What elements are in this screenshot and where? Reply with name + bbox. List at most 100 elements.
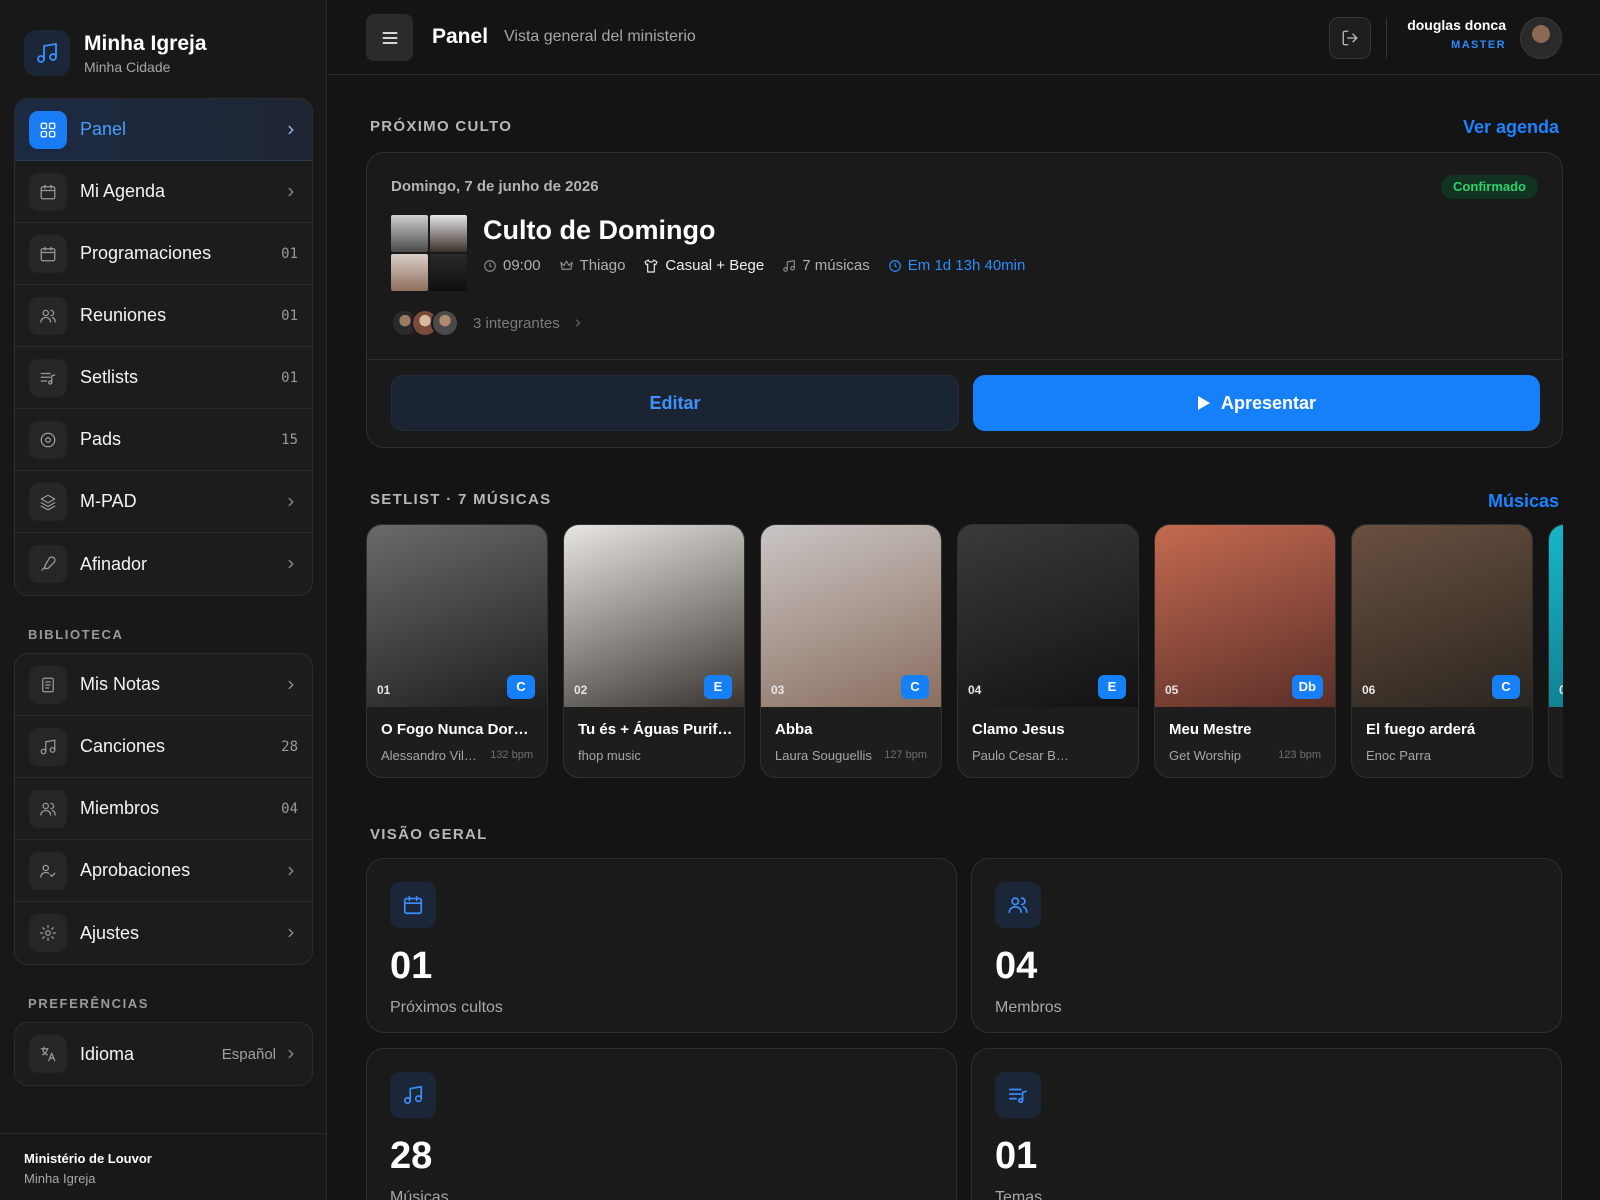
translate-icon bbox=[29, 1035, 67, 1073]
calendar-icon bbox=[29, 172, 67, 211]
sidebar-item-label: Idioma bbox=[80, 1043, 135, 1064]
view-agenda-link[interactable]: Ver agenda bbox=[1463, 117, 1559, 138]
sidebar-item-mi-agenda[interactable]: Mi Agenda bbox=[15, 161, 312, 223]
service-countdown: Em 1d 13h 40min bbox=[907, 257, 1026, 274]
logout-icon bbox=[1342, 30, 1358, 46]
list-music-icon bbox=[29, 358, 67, 397]
song-card[interactable]: 04 E Clamo Jesus Paulo Cesar Baruk bbox=[957, 524, 1139, 778]
stat-card[interactable]: 04 Membros bbox=[971, 858, 1562, 1033]
nav-count: 01 bbox=[281, 245, 298, 262]
song-number: 02 bbox=[574, 683, 588, 697]
status-badge: Confirmado bbox=[1441, 175, 1538, 199]
service-name: Culto de Domingo bbox=[483, 215, 716, 245]
song-artist: Paulo Cesar Baruk bbox=[972, 748, 1072, 763]
header-divider bbox=[1386, 18, 1387, 58]
stat-card[interactable]: 28 Músicas bbox=[366, 1048, 957, 1200]
song-bpm: 123 bpm bbox=[1278, 749, 1321, 761]
overview-title: VISÃO GERAL bbox=[370, 826, 488, 843]
sidebar-item-pads[interactable]: Pads 15 bbox=[15, 409, 312, 471]
next-service-title: PRÓXIMO CULTO bbox=[370, 118, 513, 135]
chevron-right-icon bbox=[288, 559, 294, 569]
brand[interactable]: Minha Igreja Minha Cidade bbox=[24, 30, 207, 76]
edit-button[interactable]: Editar bbox=[391, 375, 959, 431]
service-date: Domingo, 7 de junho de 2026 bbox=[391, 178, 599, 195]
next-service-card[interactable]: Domingo, 7 de junho de 2026 Confirmado C… bbox=[366, 152, 1563, 448]
sidebar-item-canciones[interactable]: Canciones 28 bbox=[15, 716, 312, 778]
song-bpm: 127 bpm bbox=[884, 749, 927, 761]
sidebar-item-afinador[interactable]: Afinador bbox=[15, 533, 312, 595]
sidebar-item-programaciones[interactable]: Programaciones 01 bbox=[15, 223, 312, 285]
chevron-right-icon bbox=[575, 319, 581, 327]
song-title: Abba bbox=[775, 721, 813, 738]
stat-card[interactable]: 01 Temas bbox=[971, 1048, 1562, 1200]
avatar[interactable] bbox=[1520, 17, 1562, 59]
sidebar-item-aprobaciones[interactable]: Aprobaciones bbox=[15, 840, 312, 902]
dress-code: Casual + Bege bbox=[665, 257, 765, 274]
sidebar-item-label: Mis Notas bbox=[80, 674, 161, 694]
sidebar-item-mis-notas[interactable]: Mis Notas bbox=[15, 654, 312, 716]
clock-icon bbox=[484, 259, 496, 272]
sidebar-item-label: Reuniones bbox=[80, 305, 167, 325]
brand-title: Minha Igreja bbox=[84, 31, 207, 55]
sidebar-footer: Ministério de Louvor Minha Igreja bbox=[0, 1133, 327, 1200]
tuner-icon bbox=[29, 545, 67, 583]
sidebar-item-label: Afinador bbox=[80, 553, 148, 574]
song-card[interactable]: 05 Db Meu Mestre Get Worship 123 bpm bbox=[1154, 524, 1336, 778]
chevron-right-icon bbox=[288, 1049, 294, 1059]
songs-link[interactable]: Músicas bbox=[1488, 491, 1559, 512]
song-number: 05 bbox=[1165, 683, 1179, 697]
sidebar-item-ajustes[interactable]: Ajustes bbox=[15, 902, 312, 964]
chevron-right-icon bbox=[288, 497, 294, 506]
stat-card[interactable]: 01 Próximos cultos bbox=[366, 858, 957, 1033]
song-card[interactable]: 06 C El fuego arderá Enoc Parra bbox=[1351, 524, 1533, 778]
nav-count: 04 bbox=[281, 800, 298, 817]
chevron-right-icon bbox=[288, 125, 294, 134]
song-number: 03 bbox=[771, 683, 785, 697]
library-section-title: BIBLIOTECA bbox=[28, 627, 124, 642]
setlist-title: SETLIST · 7 MÚSICAS bbox=[370, 491, 552, 508]
song-artist: fhop music bbox=[578, 748, 641, 763]
sidebar-item-miembros[interactable]: Miembros 04 bbox=[15, 778, 312, 840]
menu-button[interactable] bbox=[366, 14, 413, 61]
sidebar-item-m-pad[interactable]: M-PAD bbox=[15, 471, 312, 533]
sidebar-item-setlists[interactable]: Setlists 01 bbox=[15, 347, 312, 409]
song-artist: Enoc Parra bbox=[1366, 748, 1432, 763]
chevron-right-icon bbox=[288, 928, 294, 938]
song-card[interactable]: 07 bbox=[1548, 524, 1563, 778]
brand-subtitle: Minha Cidade bbox=[84, 58, 171, 75]
stat-label: Próximos cultos bbox=[390, 999, 503, 1016]
stat-value: 01 bbox=[390, 945, 433, 987]
song-number: 01 bbox=[377, 683, 391, 697]
chevron-right-icon bbox=[288, 187, 294, 196]
library-nav: Mis Notas Canciones 28 Miembros 04 Aprobacion… bbox=[14, 653, 313, 965]
sidebar-item-label: M-PAD bbox=[80, 491, 137, 511]
logout-button[interactable] bbox=[1329, 17, 1371, 59]
hamburger-icon bbox=[382, 31, 397, 44]
present-button[interactable]: Apresentar bbox=[973, 375, 1540, 431]
sidebar-item-idioma[interactable]: Idioma Español bbox=[15, 1023, 312, 1085]
song-key-badge: C bbox=[1492, 675, 1520, 699]
sidebar-item-reuniones[interactable]: Reuniones 01 bbox=[15, 285, 312, 347]
song-title: Meu Mestre bbox=[1169, 721, 1252, 738]
song-card[interactable]: 02 E Tu és + Águas Purificadoras fhop music bbox=[563, 524, 745, 778]
music-note-icon bbox=[783, 259, 796, 272]
user-role: MASTER bbox=[1451, 39, 1506, 51]
footer-church: Minha Igreja bbox=[24, 1171, 96, 1186]
members-row[interactable]: 3 integrantes bbox=[391, 309, 584, 337]
song-card[interactable]: 01 C O Fogo Nunca Dormiu Alessandro Vilas B… bbox=[366, 524, 548, 778]
song-card[interactable]: 03 C Abba Laura Souguellis 127 bpm bbox=[760, 524, 942, 778]
sidebar-item-label: Programaciones bbox=[80, 243, 212, 263]
sidebar-item-label: Pads bbox=[80, 429, 122, 449]
disc-icon bbox=[29, 420, 67, 459]
sidebar-item-label: Canciones bbox=[80, 736, 166, 756]
setlist-carousel[interactable]: 01 C O Fogo Nunca Dormiu Alessandro Vilas B… bbox=[366, 524, 1563, 779]
sidebar-item-panel[interactable]: Panel bbox=[15, 99, 312, 161]
music-icon bbox=[29, 727, 67, 766]
stat-label: Temas bbox=[995, 1189, 1043, 1200]
song-key-badge: E bbox=[704, 675, 732, 699]
nav-value: Español bbox=[221, 1045, 276, 1063]
song-title: O Fogo Nunca Dormiu bbox=[381, 721, 537, 738]
user-name[interactable]: douglas donca bbox=[1407, 17, 1506, 33]
song-key-badge: Db bbox=[1291, 675, 1323, 699]
calendar-icon bbox=[390, 882, 436, 928]
